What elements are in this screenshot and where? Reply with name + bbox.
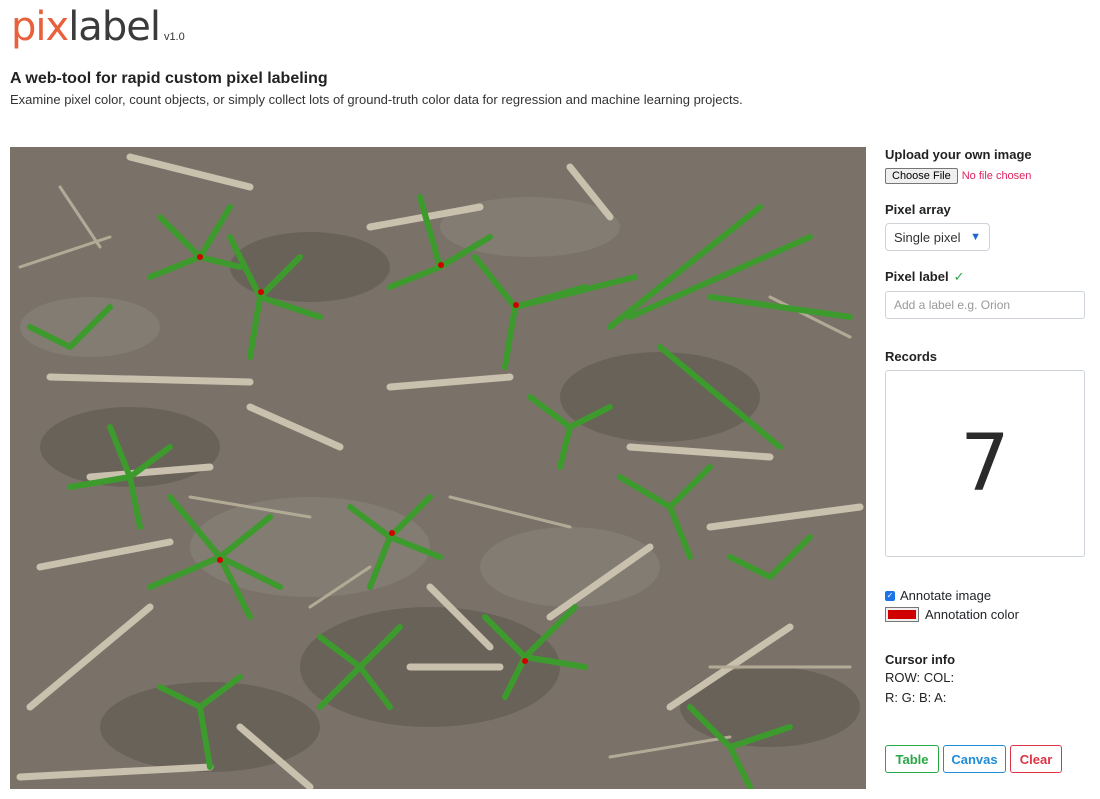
logo-label: label <box>68 4 161 50</box>
image-canvas[interactable] <box>10 147 866 789</box>
color-swatch <box>888 610 916 619</box>
annotation-color-row: Annotation color <box>885 607 1090 622</box>
pixel-array-value: Single pixel <box>894 229 961 245</box>
clear-button[interactable]: Clear <box>1010 745 1062 773</box>
cursor-info-title: Cursor info <box>885 652 956 667</box>
annotate-checkbox[interactable]: ✓ <box>885 590 895 601</box>
cursor-rgba: R: G: B: A: <box>885 690 947 705</box>
page-subtitle: Examine pixel color, count objects, or s… <box>10 92 743 107</box>
records-title: Records <box>885 349 938 364</box>
canvas-button[interactable]: Canvas <box>943 745 1006 773</box>
pixel-label-heading: Pixel label <box>885 269 949 284</box>
pixel-array-title: Pixel array <box>885 202 951 217</box>
upload-title: Upload your own image <box>885 147 1032 162</box>
records-count: 7 <box>885 370 1085 557</box>
control-panel: Upload your own image Choose File No fil… <box>885 147 1090 773</box>
field-photo[interactable] <box>10 147 866 789</box>
chevron-down-icon: ▼ <box>970 231 981 243</box>
file-status: No file chosen <box>961 170 1032 182</box>
version-label: v1.0 <box>163 31 185 43</box>
annotate-row[interactable]: ✓ Annotate image <box>885 588 1090 603</box>
page-title: A web-tool for rapid custom pixel labeli… <box>10 70 328 87</box>
annotation-color-picker[interactable] <box>885 607 919 622</box>
cursor-rowcol: ROW: COL: <box>885 670 955 685</box>
file-input[interactable]: Choose File No file chosen <box>885 168 1090 184</box>
table-button[interactable]: Table <box>885 745 939 773</box>
app-logo: pixlabel v1.0 <box>11 4 185 54</box>
pixel-array-select[interactable]: Single pixel ▼ <box>885 223 990 251</box>
logo-pix: pix <box>11 4 69 50</box>
choose-file-button[interactable]: Choose File <box>885 168 958 184</box>
pixel-label-input[interactable]: Add a label e.g. Orion <box>885 291 1085 319</box>
action-buttons: Table Canvas Clear <box>885 745 1090 773</box>
annotate-label: Annotate image <box>900 588 992 603</box>
pixel-label-title: Pixel label ✓ <box>885 269 1090 285</box>
checkmark-icon: ✓ <box>953 269 965 284</box>
annotation-color-label: Annotation color <box>925 607 1019 622</box>
